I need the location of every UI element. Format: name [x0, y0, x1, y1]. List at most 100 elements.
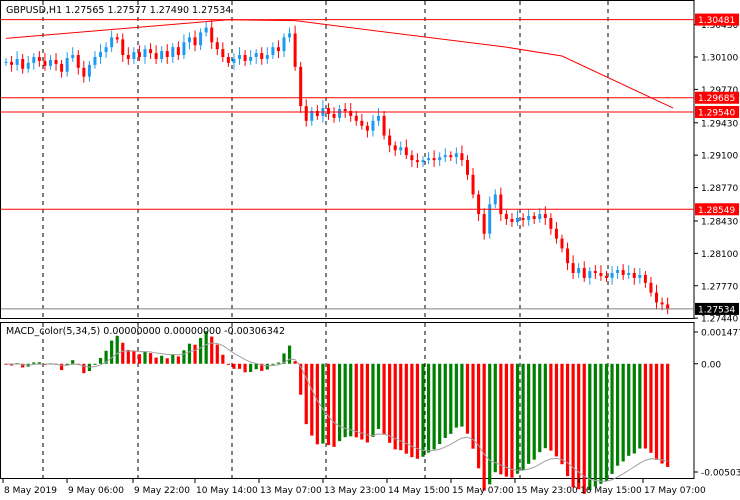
candle-body — [354, 115, 358, 121]
macd-histogram-bar — [215, 344, 219, 364]
macd-histogram-bar — [666, 363, 670, 467]
macd-histogram-bar — [471, 363, 475, 449]
candle-body — [460, 153, 464, 161]
macd-histogram-bar — [454, 363, 458, 428]
candle-body — [338, 109, 342, 118]
price-tick-label: 1.27770 — [701, 282, 738, 292]
candle-body — [326, 108, 330, 114]
macd-histogram-bar — [310, 363, 314, 436]
candle-body — [71, 55, 75, 58]
candle-body — [182, 42, 186, 56]
macd-histogram-bar — [254, 363, 258, 370]
candle-body — [560, 238, 564, 249]
macd-histogram-bar — [226, 363, 230, 365]
time-tick-label: 14 May 15:00 — [388, 486, 450, 496]
macd-histogram-bar — [193, 344, 197, 364]
macd-histogram-bar — [638, 363, 642, 449]
candle-body — [443, 155, 447, 158]
candle-body — [643, 274, 647, 283]
candle-body — [610, 273, 614, 278]
macd-histogram-bar — [121, 342, 125, 364]
candle-body — [32, 57, 36, 63]
macd-histogram-bar — [376, 363, 381, 429]
macd-histogram-bar — [148, 353, 153, 364]
candle-body — [388, 135, 392, 146]
macd-histogram-bar — [276, 362, 281, 364]
macd-histogram-bar — [354, 363, 358, 438]
macd-histogram-bar — [232, 363, 236, 369]
macd-histogram-bar — [654, 363, 659, 460]
candle-body — [371, 120, 375, 131]
candle-body — [415, 160, 419, 163]
macd-histogram-bar — [649, 363, 653, 453]
macd-histogram-bar — [326, 363, 331, 446]
candle-body — [76, 55, 80, 68]
chart-title: GBPUSD,H1 1.27565 1.27577 1.27490 1.2753… — [6, 5, 232, 16]
candle-body — [187, 37, 191, 43]
candle-body — [638, 274, 642, 278]
price-level-label: 1.30481 — [698, 16, 735, 26]
candle-body — [193, 37, 197, 46]
time-tick-label: 9 May 06:00 — [68, 486, 124, 496]
candle-body — [471, 174, 475, 195]
macd-histogram-bar — [438, 363, 442, 445]
candle-body — [404, 147, 408, 156]
candle-body — [332, 113, 336, 118]
macd-histogram-bar — [643, 363, 647, 449]
candle-body — [288, 33, 292, 38]
macd-histogram-bar — [349, 363, 353, 437]
candle-body — [132, 52, 136, 59]
candle-body — [60, 63, 64, 72]
macd-histogram-bar — [588, 363, 592, 491]
macd-tick-label: -0.005036 — [701, 469, 740, 479]
time-tick-label: 15 May 07:00 — [452, 486, 514, 496]
macd-histogram-bar — [510, 363, 514, 478]
candle-body — [577, 268, 581, 273]
macd-histogram-bar — [543, 363, 547, 449]
macd-histogram-bar — [199, 337, 203, 364]
macd-histogram-bar — [415, 363, 420, 459]
macd-histogram-bar — [599, 363, 603, 484]
candle-body — [304, 106, 308, 121]
candle-body — [449, 155, 453, 158]
chart-canvas[interactable]: 1.304301.301001.297701.294301.291001.287… — [0, 0, 740, 500]
candle-body — [15, 58, 19, 65]
candle-body — [210, 27, 214, 43]
macd-histogram-bar — [243, 363, 247, 373]
candle-body — [377, 115, 381, 121]
candle-body — [299, 66, 303, 107]
candle-body — [527, 216, 531, 220]
time-tick-label: 17 May 07:00 — [644, 486, 706, 496]
candle-body — [265, 55, 269, 59]
candle-body — [493, 194, 497, 205]
macd-histogram-bar — [165, 358, 169, 364]
candle-body — [521, 218, 525, 220]
macd-histogram-bar — [321, 363, 325, 444]
macd-histogram-bar — [115, 335, 119, 364]
candle-body — [21, 58, 25, 69]
time-tick-label: 9 May 22:00 — [134, 486, 190, 496]
macd-histogram-bar — [237, 363, 242, 369]
candle-body — [137, 52, 141, 57]
candle-body — [10, 61, 14, 65]
candle-body — [260, 53, 264, 59]
candle-body — [571, 263, 575, 273]
macd-histogram-bar — [504, 363, 508, 477]
price-level-label: 1.29685 — [698, 94, 735, 104]
candle-body — [538, 214, 542, 219]
candle-body — [115, 37, 119, 40]
chart-window: 1.30430 1.30100 1.29770 1.29430 1.29100 1.287… — [0, 0, 740, 500]
time-tick-label: 8 May 2019 — [4, 486, 57, 496]
candle-body — [54, 59, 58, 64]
candle-body — [499, 194, 503, 215]
candle-body — [438, 157, 442, 161]
candle-body — [593, 271, 597, 273]
macd-histogram-bar — [410, 363, 414, 458]
candle-body — [432, 158, 436, 161]
candle-body — [454, 153, 458, 158]
candle-body — [649, 282, 653, 293]
macd-histogram-bar — [71, 360, 75, 364]
candle-body — [276, 47, 280, 52]
candle-body — [543, 214, 547, 219]
current-price-label: 1.27534 — [698, 305, 735, 315]
